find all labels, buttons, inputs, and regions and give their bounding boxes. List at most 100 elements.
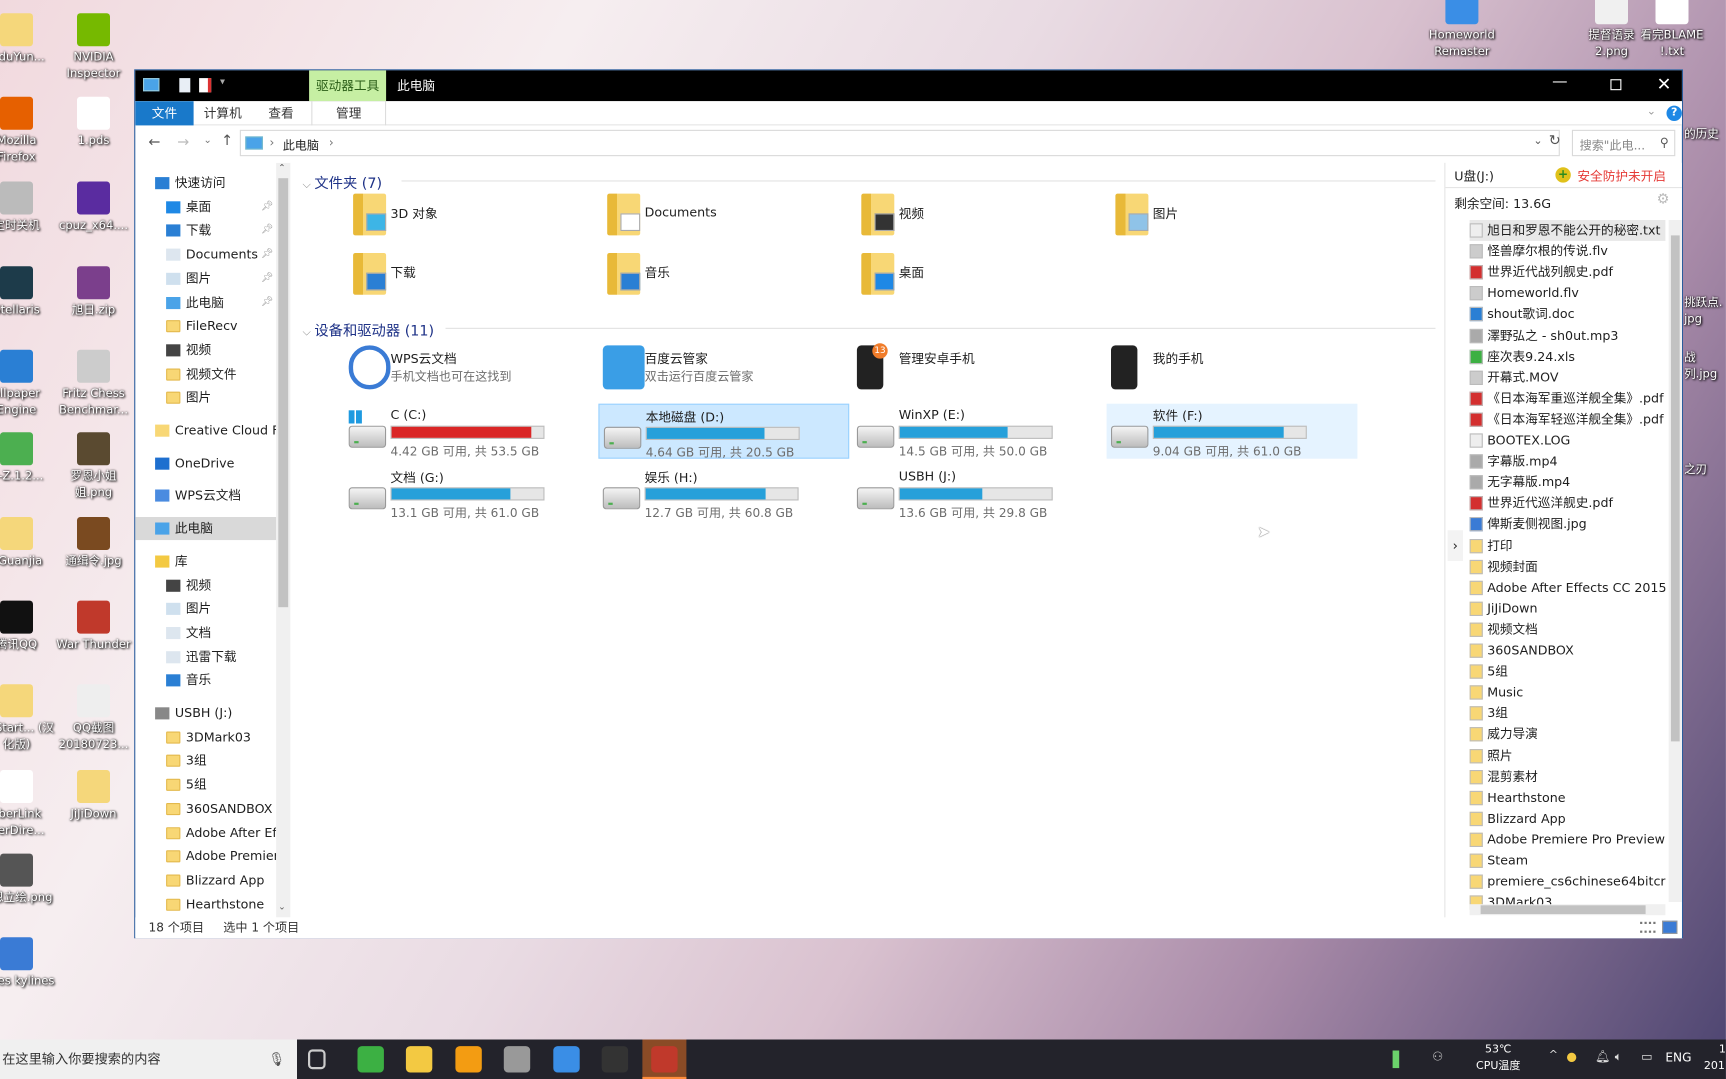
breadcrumb-separator[interactable]: › <box>329 135 334 149</box>
desktop-icon-label-partial[interactable]: 战列.jpg <box>1684 350 1726 383</box>
scrollbar-thumb[interactable] <box>1670 235 1680 742</box>
360-browser-icon[interactable] <box>356 1046 384 1073</box>
app-blue-bird-icon[interactable] <box>552 1046 580 1073</box>
usb-file-item[interactable]: 照片 <box>1469 745 1666 766</box>
device-tile[interactable]: WPS云文档 手机文档也可在这找到 <box>344 343 595 396</box>
drive-tile[interactable]: C (C:) 4.42 GB 可用, 共 53.5 GB <box>344 404 595 459</box>
quick-access-dropdown-icon[interactable]: ▾ <box>220 77 225 88</box>
usb-file-item[interactable]: JiJiDown <box>1469 598 1666 619</box>
pin-icon[interactable]: 📌︎ <box>261 219 274 242</box>
forward-button[interactable]: → <box>177 134 189 151</box>
nav-item-folder[interactable]: FileRecv <box>135 315 276 338</box>
usb-file-item[interactable]: 无字幕版.mp4 <box>1469 472 1666 493</box>
gear-icon[interactable]: ⚙ <box>1657 191 1670 208</box>
desktop-icon[interactable]: DTStart... (汉化版) <box>0 684 57 753</box>
battery-icon[interactable] <box>1392 1050 1400 1069</box>
recent-locations-button[interactable]: ⌄ <box>204 135 212 146</box>
devices-section-header[interactable]: ⌵ 设备和驱动器 (11) <box>303 319 1436 340</box>
nav-item-cloud[interactable]: WPS云文档 <box>135 484 276 507</box>
clock[interactable]: 1 201 <box>1704 1042 1726 1075</box>
folder-tile[interactable]: 音乐 <box>598 251 849 304</box>
nav-item-onedrive[interactable]: OneDrive <box>135 452 276 475</box>
desktop-icon[interactable]: 看完BLAME !.txt <box>1631 0 1712 61</box>
nav-item-document[interactable]: 文档 <box>135 621 276 644</box>
desktop-icon[interactable]: 1.pds <box>53 96 134 150</box>
nav-item-folder[interactable]: Adobe After Ef <box>135 821 276 844</box>
device-tile[interactable]: 我的手机 <box>1107 343 1358 396</box>
desktop-icon[interactable]: Fritz Chess Benchmar... <box>53 349 134 419</box>
nav-item-folder[interactable]: 3组 <box>135 750 276 773</box>
properties-icon[interactable] <box>179 78 191 93</box>
usb-file-item[interactable]: BOOTEX.LOG <box>1469 430 1666 451</box>
desktop-icon[interactable]: Stellaris <box>0 266 57 319</box>
desktop-icon[interactable]: yberLink werDire... <box>0 770 57 839</box>
nav-item-desktop[interactable]: 桌面 📌︎ <box>135 195 276 218</box>
usb-file-item[interactable]: 威力导演 <box>1469 724 1666 745</box>
desktop-icon-label-partial[interactable]: 挑跃点. jpg <box>1684 295 1726 328</box>
usb-file-item[interactable]: 混剪素材 <box>1469 766 1666 787</box>
desktop-icon-label-partial[interactable]: 的历史 <box>1684 127 1726 144</box>
nav-item-folder[interactable]: Blizzard App <box>135 869 276 892</box>
title-bar[interactable]: ▾ 驱动器工具 此电脑 — ✕ <box>135 70 1682 102</box>
usb-list-hscrollbar[interactable] <box>1469 904 1666 916</box>
nav-item-picture[interactable]: 图片 📌︎ <box>135 267 276 290</box>
tab-view[interactable]: 查看 <box>252 101 310 125</box>
cpu-temperature[interactable]: 53℃ CPU温度 <box>1474 1042 1522 1075</box>
desktop-icon[interactable]: cpuz_x64.... <box>53 181 134 235</box>
folder-tile[interactable]: 视频 <box>853 191 1104 244</box>
back-button[interactable]: ← <box>149 134 161 151</box>
usb-file-item[interactable]: Adobe After Effects CC 2015 <box>1469 577 1665 598</box>
nav-item-usb-drive[interactable]: USBH (J:) <box>135 702 276 725</box>
app-orange-icon[interactable] <box>454 1046 482 1073</box>
usb-file-item[interactable]: 座次表9.24.xls <box>1469 346 1666 367</box>
desktop-icon[interactable]: NVIDIA Inspector <box>53 13 134 82</box>
usb-list-scrollbar[interactable] <box>1668 220 1682 902</box>
app-camera-icon[interactable] <box>503 1046 531 1073</box>
nav-scrollbar[interactable]: ⌃ ⌄ <box>276 162 291 918</box>
desktop-icon[interactable]: aiduYun... <box>0 13 57 66</box>
usb-file-item[interactable]: Homeworld.flv <box>1469 283 1666 304</box>
desktop-icon[interactable]: Mozilla Firefox <box>0 96 57 166</box>
breadcrumb-separator[interactable]: › <box>270 135 275 149</box>
folder-tile[interactable]: 3D 对象 <box>344 191 595 244</box>
usb-file-item[interactable]: 视频封面 <box>1469 556 1666 577</box>
nav-item-document[interactable]: Documents 📌︎ <box>135 243 276 266</box>
nav-item-computer[interactable]: 此电脑 <box>135 517 277 541</box>
search-input[interactable]: 搜索"此电... ⚲ <box>1571 129 1676 157</box>
desktop-icon-label-partial[interactable]: 之刃 <box>1684 462 1726 479</box>
nav-item-folder[interactable]: 3DMark03 <box>135 726 276 749</box>
nav-item-folder[interactable]: 360SANDBOX <box>135 797 276 820</box>
address-history-dropdown[interactable]: ⌄ <box>1533 135 1542 147</box>
usb-file-item[interactable]: 旭日和罗恩不能公开的秘密.txt <box>1469 220 1666 241</box>
desktop-icon[interactable]: 定时关机 <box>0 181 57 235</box>
new-folder-icon[interactable] <box>199 78 212 93</box>
details-view-button[interactable] <box>1640 921 1656 933</box>
drive-tile[interactable]: WinXP (E:) 14.5 GB 可用, 共 50.0 GB <box>853 404 1104 459</box>
device-tile[interactable]: 百度云管家 双击运行百度云管家 <box>598 343 849 396</box>
desktop-icon[interactable]: War Thunder <box>53 600 134 654</box>
nav-item-download-folder[interactable]: 迅雷下载 <box>135 645 276 668</box>
security-status-link[interactable]: 安全防护未开启 <box>1577 167 1666 185</box>
usb-file-item[interactable]: 俾斯麦侧视图.jpg <box>1469 514 1666 535</box>
usb-file-item[interactable]: 字幕版.mp4 <box>1469 451 1666 472</box>
usb-file-item[interactable]: 3组 <box>1469 703 1666 724</box>
expand-ribbon-icon[interactable]: ⌄ <box>1647 106 1656 118</box>
notification-bell-icon[interactable]: 🔔︎ <box>1595 1049 1610 1063</box>
nav-item-folder[interactable]: Hearthstone <box>135 893 276 916</box>
desktop-icon[interactable]: Homeworld Remaster <box>1421 0 1502 61</box>
desktop-icon[interactable]: 通缉令.jpg <box>53 517 134 570</box>
desktop-icon[interactable]: 罗恩小姐姐.png <box>53 432 134 501</box>
folder-tile[interactable]: 图片 <box>1107 191 1358 244</box>
desktop-icon[interactable]: nGuanjia <box>0 517 57 570</box>
address-bar[interactable]: › 此电脑 › ⌄ <box>239 129 1560 157</box>
usb-file-item[interactable]: 视频文档 <box>1469 619 1666 640</box>
drive-tile[interactable]: 本地磁盘 (D:) 4.64 GB 可用, 共 20.5 GB <box>598 403 850 460</box>
usb-file-item[interactable]: Music <box>1469 682 1666 703</box>
file-explorer-icon[interactable] <box>405 1046 433 1073</box>
nav-item-folder[interactable]: 5组 <box>135 773 276 796</box>
usb-file-item[interactable]: 开幕式.MOV <box>1469 367 1666 388</box>
usb-file-item[interactable]: Blizzard App <box>1469 808 1666 829</box>
usb-file-item[interactable]: 怪兽摩尔根的传说.flv <box>1469 241 1666 262</box>
show-hidden-icons[interactable]: ^ <box>1549 1049 1558 1061</box>
nav-scrollbar-thumb[interactable] <box>278 178 289 608</box>
